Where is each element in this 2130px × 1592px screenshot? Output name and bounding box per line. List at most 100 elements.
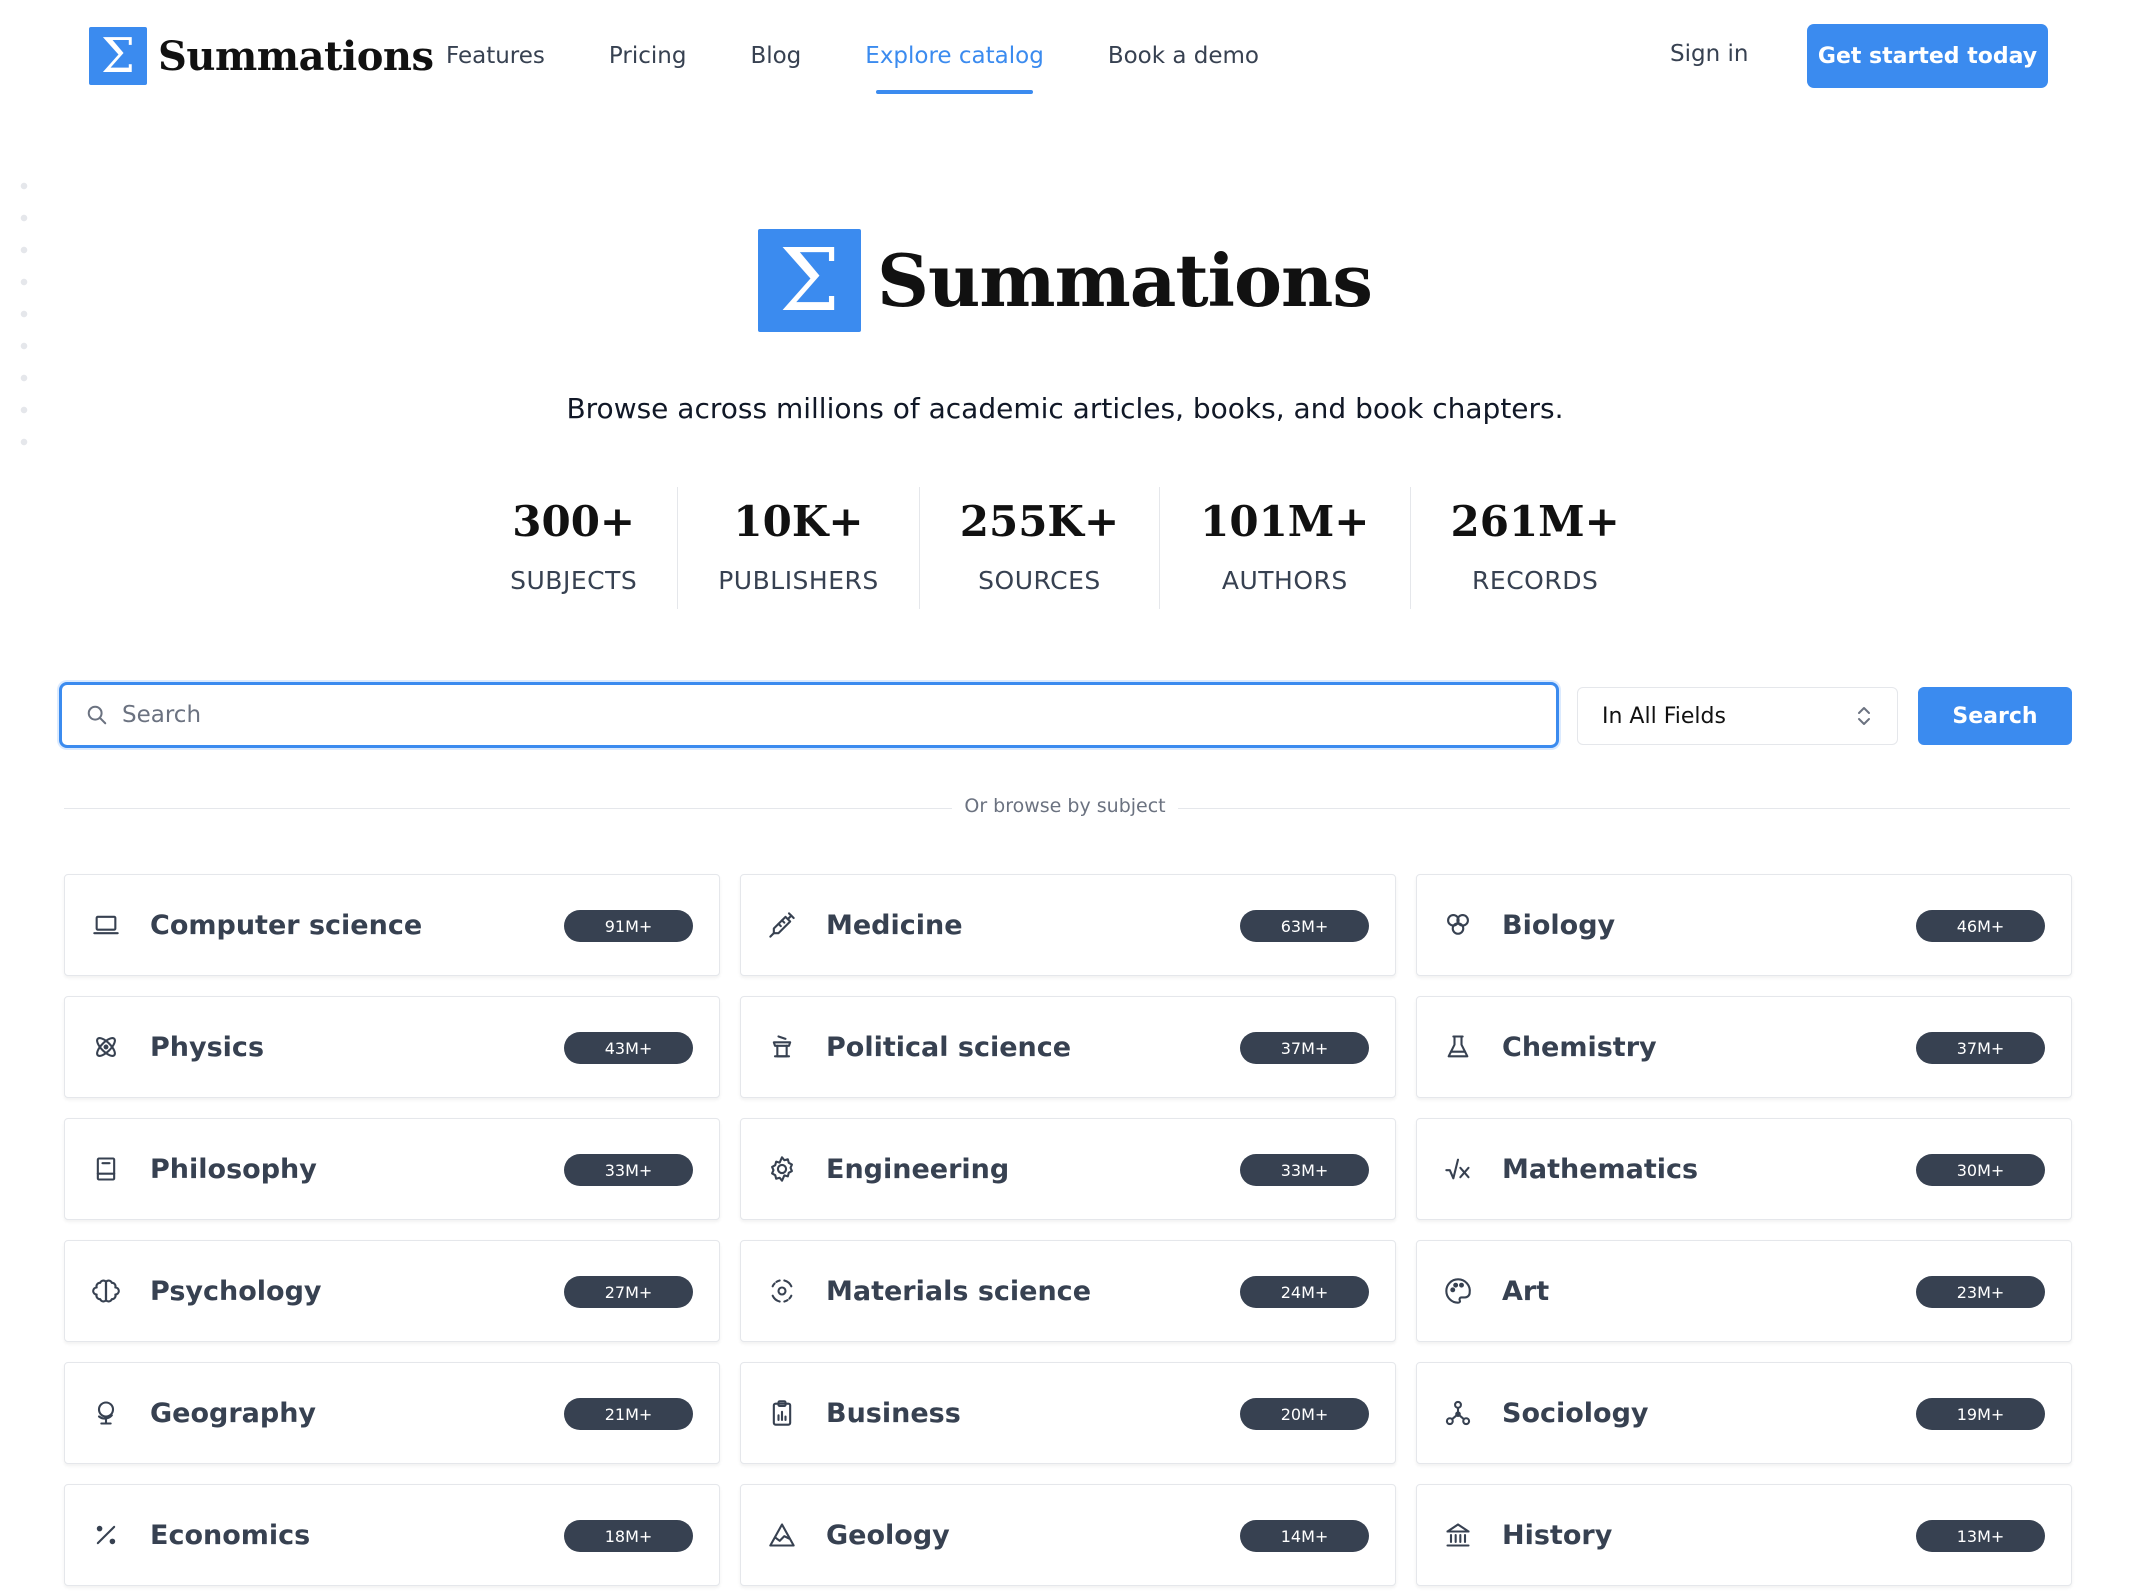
top-header: Σ Summations Features Pricing Blog Explo… bbox=[0, 0, 2130, 112]
building-columns-icon bbox=[1443, 1520, 1473, 1550]
subject-label: Geology bbox=[826, 1519, 950, 1551]
subject-label: Philosophy bbox=[150, 1153, 317, 1185]
nav-features[interactable]: Features bbox=[446, 43, 545, 69]
subject-label: Sociology bbox=[1502, 1397, 1649, 1429]
count-badge: 21M+ bbox=[564, 1398, 693, 1430]
stat-label: SUBJECTS bbox=[510, 566, 638, 595]
count-badge: 43M+ bbox=[564, 1032, 693, 1064]
main-nav: Features Pricing Blog Explore catalog Bo… bbox=[446, 0, 1323, 112]
count-badge: 37M+ bbox=[1916, 1032, 2045, 1064]
count-badge: 33M+ bbox=[564, 1154, 693, 1186]
count-badge: 14M+ bbox=[1240, 1520, 1369, 1552]
subject-card-art[interactable]: Art 23M+ bbox=[1416, 1240, 2072, 1342]
get-started-button[interactable]: Get started today bbox=[1807, 24, 2048, 88]
subject-label: Mathematics bbox=[1502, 1153, 1699, 1185]
nav-blog[interactable]: Blog bbox=[750, 43, 801, 69]
count-badge: 24M+ bbox=[1240, 1276, 1369, 1308]
sigma-logo-icon: Σ bbox=[758, 229, 862, 332]
stat-value: 300+ bbox=[512, 497, 636, 546]
stats-row: 300+ SUBJECTS 10K+ PUBLISHERS 255K+ SOUR… bbox=[0, 487, 2130, 609]
subject-card-business[interactable]: Business 20M+ bbox=[740, 1362, 1396, 1464]
subject-card-biology[interactable]: Biology 46M+ bbox=[1416, 874, 2072, 976]
count-badge: 30M+ bbox=[1916, 1154, 2045, 1186]
hero-tagline: Browse across millions of academic artic… bbox=[566, 392, 1564, 425]
subject-card-psychology[interactable]: Psychology 27M+ bbox=[64, 1240, 720, 1342]
chevron-up-down-icon bbox=[1858, 707, 1870, 725]
count-badge: 23M+ bbox=[1916, 1276, 2045, 1308]
subject-label: Engineering bbox=[826, 1153, 1010, 1185]
subject-card-philosophy[interactable]: Philosophy 33M+ bbox=[64, 1118, 720, 1220]
search-field-select[interactable]: In All Fields bbox=[1577, 687, 1898, 745]
gear-icon bbox=[767, 1154, 797, 1184]
laptop-icon bbox=[91, 910, 121, 940]
brand-logo[interactable]: Σ Summations bbox=[89, 27, 434, 85]
stat-label: PUBLISHERS bbox=[718, 566, 879, 595]
stat-value: 101M+ bbox=[1200, 497, 1370, 546]
subject-label: Economics bbox=[150, 1519, 311, 1551]
subject-card-sociology[interactable]: Sociology 19M+ bbox=[1416, 1362, 2072, 1464]
subject-card-chemistry[interactable]: Chemistry 37M+ bbox=[1416, 996, 2072, 1098]
subject-card-computer-science[interactable]: Computer science 91M+ bbox=[64, 874, 720, 976]
subject-label: Medicine bbox=[826, 909, 963, 941]
count-badge: 37M+ bbox=[1240, 1032, 1369, 1064]
count-badge: 19M+ bbox=[1916, 1398, 2045, 1430]
stat-label: SOURCES bbox=[978, 566, 1101, 595]
subject-card-materials-science[interactable]: Materials science 24M+ bbox=[740, 1240, 1396, 1342]
subject-card-mathematics[interactable]: Mathematics 30M+ bbox=[1416, 1118, 2072, 1220]
atom-icon bbox=[91, 1032, 121, 1062]
subject-card-engineering[interactable]: Engineering 33M+ bbox=[740, 1118, 1396, 1220]
subject-label: Physics bbox=[150, 1031, 265, 1063]
sqrt-icon bbox=[1443, 1154, 1473, 1184]
mountain-icon bbox=[767, 1520, 797, 1550]
nav-pricing[interactable]: Pricing bbox=[609, 43, 687, 69]
syringe-icon bbox=[767, 910, 797, 940]
sign-in-link[interactable]: Sign in bbox=[1670, 41, 1748, 67]
subject-card-geography[interactable]: Geography 21M+ bbox=[64, 1362, 720, 1464]
stat-value: 261M+ bbox=[1450, 497, 1620, 546]
subject-card-medicine[interactable]: Medicine 63M+ bbox=[740, 874, 1396, 976]
search-box[interactable] bbox=[59, 682, 1559, 748]
nav-book-demo[interactable]: Book a demo bbox=[1108, 43, 1259, 69]
count-badge: 33M+ bbox=[1240, 1154, 1369, 1186]
search-field-select-value: In All Fields bbox=[1602, 703, 1726, 729]
brand-name: Summations bbox=[158, 32, 434, 80]
count-badge: 20M+ bbox=[1240, 1398, 1369, 1430]
hero-logo: Σ Summations bbox=[0, 229, 2130, 332]
book-icon bbox=[91, 1154, 121, 1184]
subject-label: History bbox=[1502, 1519, 1613, 1551]
sigma-logo-icon: Σ bbox=[89, 27, 147, 85]
subject-label: Computer science bbox=[150, 909, 423, 941]
network-icon bbox=[1443, 1398, 1473, 1428]
palette-icon bbox=[1443, 1276, 1473, 1306]
subject-card-political-science[interactable]: Political science 37M+ bbox=[740, 996, 1396, 1098]
stat-sources: 255K+ SOURCES bbox=[920, 487, 1161, 609]
stat-subjects: 300+ SUBJECTS bbox=[470, 487, 679, 609]
cells-icon bbox=[1443, 910, 1473, 940]
stat-value: 255K+ bbox=[959, 497, 1120, 546]
subject-label: Materials science bbox=[826, 1275, 1092, 1307]
stat-label: AUTHORS bbox=[1221, 566, 1348, 595]
subject-card-economics[interactable]: Economics 18M+ bbox=[64, 1484, 720, 1586]
subject-label: Chemistry bbox=[1502, 1031, 1657, 1063]
flask-icon bbox=[1443, 1032, 1473, 1062]
subject-label: Political science bbox=[826, 1031, 1072, 1063]
subject-label: Geography bbox=[150, 1397, 317, 1429]
search-button[interactable]: Search bbox=[1918, 687, 2072, 745]
subject-card-history[interactable]: History 13M+ bbox=[1416, 1484, 2072, 1586]
count-badge: 18M+ bbox=[564, 1520, 693, 1552]
globe-icon bbox=[91, 1398, 121, 1428]
nav-explore-catalog[interactable]: Explore catalog bbox=[865, 43, 1044, 94]
stat-records: 261M+ RECORDS bbox=[1411, 487, 1660, 609]
stat-value: 10K+ bbox=[733, 497, 864, 546]
subject-label: Psychology bbox=[150, 1275, 322, 1307]
subject-card-physics[interactable]: Physics 43M+ bbox=[64, 996, 720, 1098]
subject-card-geology[interactable]: Geology 14M+ bbox=[740, 1484, 1396, 1586]
stat-label: RECORDS bbox=[1472, 566, 1599, 595]
search-icon bbox=[87, 705, 107, 725]
count-badge: 13M+ bbox=[1916, 1520, 2045, 1552]
count-badge: 27M+ bbox=[564, 1276, 693, 1308]
search-input[interactable] bbox=[120, 701, 1524, 729]
count-badge: 63M+ bbox=[1240, 910, 1369, 942]
count-badge: 46M+ bbox=[1916, 910, 2045, 942]
molecule-icon bbox=[767, 1276, 797, 1306]
